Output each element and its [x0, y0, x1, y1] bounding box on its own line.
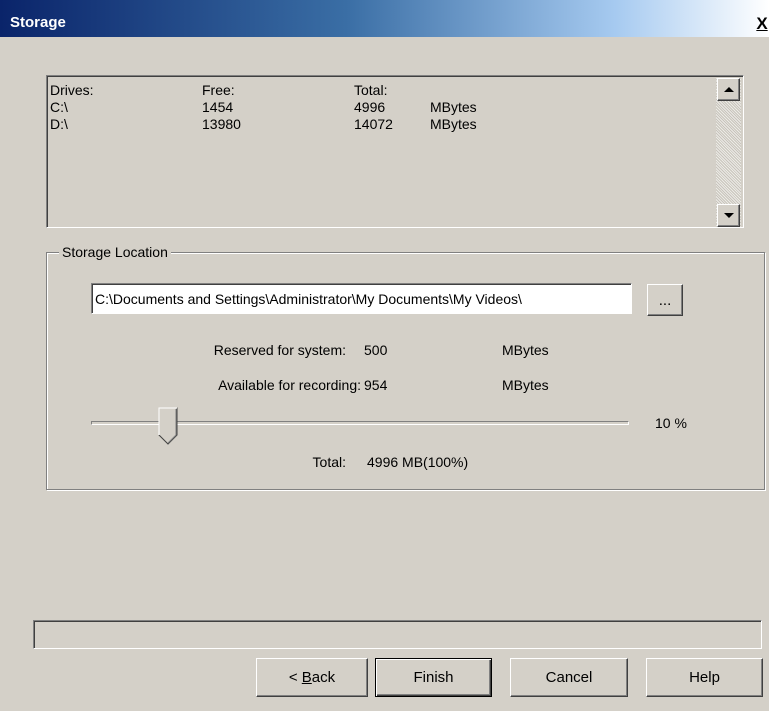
- cancel-label: Cancel: [545, 669, 593, 686]
- slider-thumb[interactable]: [158, 407, 178, 445]
- available-unit: MBytes: [502, 377, 549, 393]
- scroll-up-button[interactable]: [717, 78, 740, 101]
- header-free: Free:: [202, 82, 235, 98]
- reserved-value: 500: [364, 342, 388, 358]
- browse-ellipsis-icon: ...: [658, 291, 672, 309]
- status-bar: [33, 620, 762, 649]
- reserved-unit: MBytes: [502, 342, 549, 358]
- cancel-button[interactable]: Cancel: [510, 658, 628, 697]
- drive-name: D:\: [50, 116, 68, 132]
- help-label: Help: [689, 669, 720, 686]
- back-prefix: <: [288, 669, 302, 686]
- drive-total: 14072: [354, 116, 393, 132]
- back-label: ack: [311, 669, 336, 686]
- browse-button[interactable]: ...: [647, 284, 683, 316]
- window-title: Storage: [10, 14, 66, 31]
- arrow-up-icon: [723, 87, 734, 92]
- drive-name: C:\: [50, 99, 68, 115]
- available-value: 954: [364, 377, 388, 393]
- close-button[interactable]: X: [755, 14, 769, 34]
- back-button[interactable]: < Back: [256, 658, 368, 697]
- drives-list[interactable]: Drives: Free: Total: C:\ 1454 4996 MByte…: [46, 75, 744, 228]
- title-bar: Storage: [0, 0, 769, 37]
- reserved-label: Reserved for system:: [213, 342, 346, 358]
- drive-total: 4996: [354, 99, 386, 115]
- drive-unit: MBytes: [430, 116, 477, 132]
- total-value: 4996 MB(100%): [367, 454, 469, 470]
- close-icon: X: [756, 14, 768, 33]
- drives-scrollbar[interactable]: [716, 78, 741, 227]
- drive-free: 1454: [202, 99, 234, 115]
- arrow-down-icon: [723, 213, 734, 218]
- drive-unit: MBytes: [430, 99, 477, 115]
- total-label: Total:: [312, 454, 346, 470]
- group-label: Storage Location: [59, 242, 171, 262]
- slider-percent: 10 %: [655, 415, 687, 431]
- header-total: Total:: [354, 82, 388, 98]
- finish-button[interactable]: Finish: [375, 658, 492, 697]
- finish-label: Finish: [413, 669, 454, 686]
- header-drives: Drives:: [50, 82, 94, 98]
- drive-free: 13980: [202, 116, 241, 132]
- help-button[interactable]: Help: [646, 658, 763, 697]
- back-mnemonic: B: [301, 669, 312, 686]
- storage-path-input[interactable]: [91, 283, 632, 314]
- available-label: Available for recording:: [218, 377, 361, 393]
- scroll-down-button[interactable]: [717, 204, 740, 227]
